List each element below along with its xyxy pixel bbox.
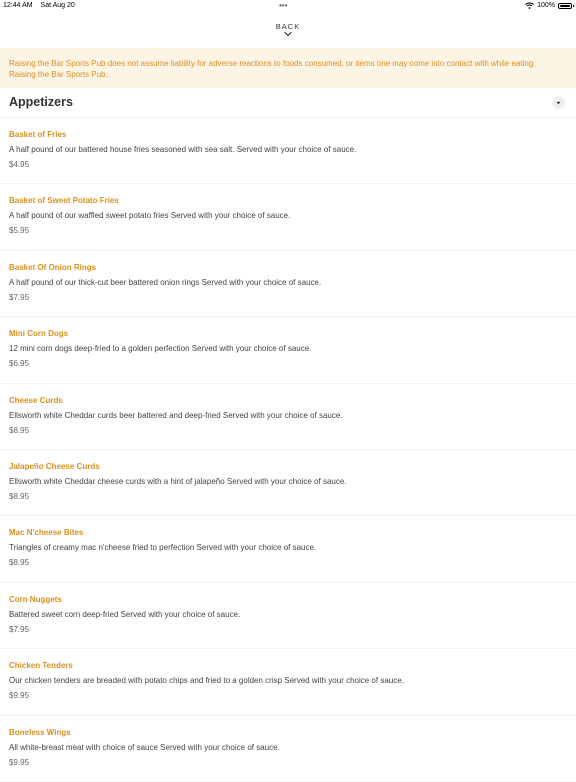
- item-name: Basket Of Onion Rings: [9, 262, 97, 272]
- battery-icon: [558, 2, 574, 9]
- menu-item[interactable]: Cheese Curds Ellsworth white Cheddar cur…: [0, 384, 576, 450]
- status-time: 12:44 AM: [3, 2, 33, 9]
- chevron-down-icon: [284, 31, 292, 37]
- item-price: $6.95: [9, 359, 30, 369]
- item-name: Basket of Sweet Potato Fries: [9, 196, 119, 206]
- item-description: A half pound of our battered house fries…: [9, 145, 357, 154]
- item-description: Ellsworth white Cheddar curds beer batte…: [9, 410, 343, 420]
- status-bar: 12:44 AM Sat Aug 20 ••• 100%: [0, 0, 576, 12]
- back-button[interactable]: BACK: [0, 22, 576, 37]
- section-header-appetizers[interactable]: Appetizers: [0, 88, 576, 118]
- section-title: Appetizers: [9, 95, 73, 109]
- menu-item[interactable]: Chicken Tenders Our chicken tenders are …: [0, 649, 576, 716]
- item-price: $7.95: [9, 624, 30, 634]
- item-description: A half pound of our waffled sweet potato…: [9, 211, 291, 221]
- status-date: Sat Aug 20: [40, 2, 75, 9]
- disclaimer-line-2: Raising the Bar Sports Pub.: [9, 70, 108, 79]
- disclaimer-line-1: Raising the Bar Sports Pub does not assu…: [9, 59, 534, 68]
- item-name: Basket of Fries: [9, 130, 67, 139]
- section-toggle-button[interactable]: [552, 96, 565, 109]
- menu-item[interactable]: Mac N'cheese Bites Triangles of creamy m…: [0, 516, 576, 583]
- item-description: Battered sweet corn deep-fried Served wi…: [9, 609, 241, 619]
- multitasking-dots[interactable]: •••: [279, 1, 287, 10]
- menu-item[interactable]: Basket Of Onion Rings A half pound of ou…: [0, 251, 576, 318]
- menu-item[interactable]: Jalapeño Cheese Curds Ellsworth white Ch…: [0, 450, 576, 517]
- item-name: Mini Corn Dogs: [9, 329, 69, 339]
- wifi-icon: [525, 2, 534, 9]
- item-description: Ellsworth white Cheddar cheese curds wit…: [9, 476, 347, 486]
- menu-item[interactable]: Mini Corn Dogs 12 mini corn dogs deep-fr…: [0, 317, 576, 384]
- item-description: All white-breast meat with choice of sau…: [9, 742, 280, 752]
- item-price: $9.95: [9, 691, 30, 701]
- status-right: 100%: [525, 2, 574, 9]
- menu-item[interactable]: Basket of Fries A half pound of our batt…: [0, 118, 576, 185]
- caret-down-icon: [556, 101, 561, 104]
- item-price: $8.95: [9, 558, 30, 568]
- liability-disclaimer: Raising the Bar Sports Pub does not assu…: [0, 48, 576, 88]
- item-name: Boneless Wings: [9, 727, 71, 737]
- item-name: Corn Nuggets: [9, 594, 62, 604]
- item-name: Cheese Curds: [9, 395, 63, 405]
- item-price: $7.95: [9, 292, 30, 302]
- item-description: Our chicken tenders are breaded with pot…: [9, 676, 404, 686]
- status-left: 12:44 AM Sat Aug 20: [3, 2, 75, 9]
- item-description: Triangles of creamy mac n'cheese fried t…: [9, 543, 317, 553]
- item-price: $8.95: [9, 425, 30, 435]
- menu-item[interactable]: Boneless Wings All white-breast meat wit…: [0, 716, 576, 782]
- item-price: $4.95: [9, 160, 30, 169]
- item-price: $9.95: [9, 757, 30, 767]
- battery-percent: 100%: [537, 2, 555, 9]
- item-name: Chicken Tenders: [9, 661, 73, 671]
- item-description: A half pound of our thick-cut beer batte…: [9, 277, 322, 287]
- back-label: BACK: [275, 22, 301, 31]
- menu-item[interactable]: Basket of Sweet Potato Fries A half poun…: [0, 184, 576, 251]
- item-price: $5.95: [9, 226, 30, 236]
- menu-item-list: Basket of Fries A half pound of our batt…: [0, 118, 576, 782]
- menu-item[interactable]: Corn Nuggets Battered sweet corn deep-fr…: [0, 583, 576, 650]
- item-name: Jalapeño Cheese Curds: [9, 461, 100, 471]
- item-name: Mac N'cheese Bites: [9, 528, 84, 538]
- item-description: 12 mini corn dogs deep-fried to a golden…: [9, 344, 312, 354]
- item-price: $8.95: [9, 491, 30, 501]
